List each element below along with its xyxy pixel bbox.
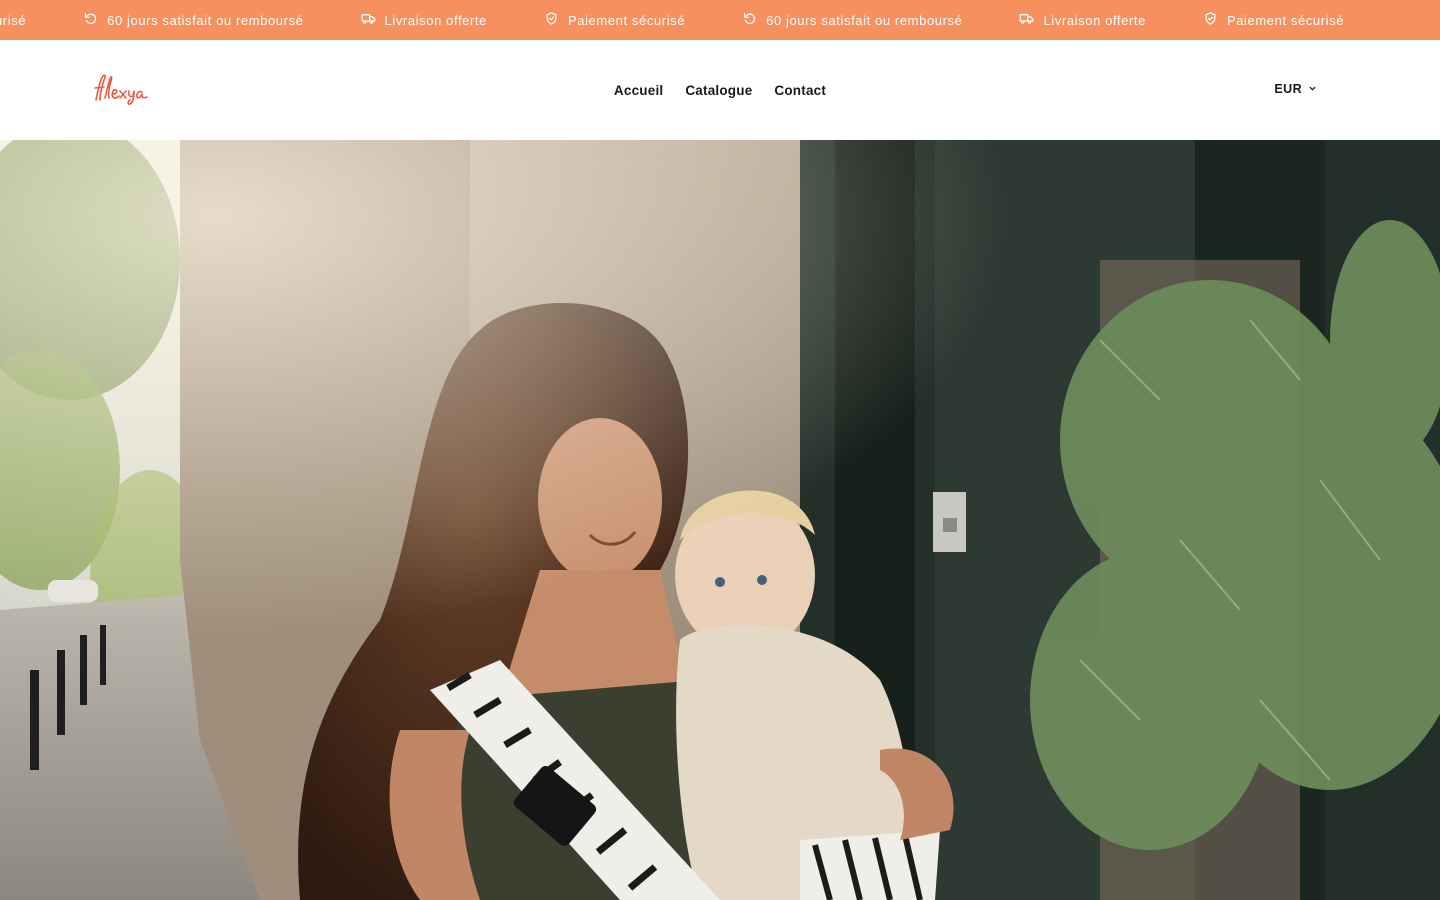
announcement-text: Livraison offerte [1043,12,1146,28]
truck-icon [361,11,385,29]
announcement-text: Paiement sécurisé [567,12,686,28]
announcement-text: Paiement sécurisé [0,12,27,28]
hero-image [0,140,1440,900]
announcement-item: Paiement sécurisé [544,11,685,29]
nav-item-accueil[interactable]: Accueil [614,83,663,98]
currency-label: EUR [1274,82,1302,96]
site-header: Accueil Catalogue Contact EUR [0,40,1440,140]
nav-item-catalogue[interactable]: Catalogue [685,83,752,98]
truck-icon [1019,11,1043,29]
shield-check-icon [544,11,568,29]
nav-item-contact[interactable]: Contact [774,83,826,98]
shield-check-icon [1203,11,1227,29]
announcement-item: 60 jours satisfait ou remboursé [83,11,303,29]
chevron-down-icon [1302,82,1317,96]
hero-photo [0,140,1440,900]
announcement-text: Livraison offerte [384,12,487,28]
refresh-icon [83,11,107,29]
currency-selector[interactable]: EUR [1274,82,1317,96]
brand-logo[interactable] [92,70,156,108]
announcement-text: 60 jours satisfait ou remboursé [107,12,304,28]
main-nav: Accueil Catalogue Contact [0,40,1440,140]
announcement-item: Livraison offerte [361,11,487,29]
refresh-icon [742,11,766,29]
announcement-item: Paiement sécurisé [1203,11,1344,29]
announcement-text: 60 jours satisfait ou remboursé [766,12,963,28]
announcement-text: Paiement sécurisé [1226,12,1345,28]
announcement-bar: Paiement sécurisé 60 jours satisfait ou … [0,0,1440,40]
announcement-item: Livraison offerte [1019,11,1145,29]
announcement-marquee: Paiement sécurisé 60 jours satisfait ou … [0,0,1401,40]
announcement-item: 60 jours satisfait ou remboursé [742,11,962,29]
announcement-item: Paiement sécurisé [0,11,26,29]
